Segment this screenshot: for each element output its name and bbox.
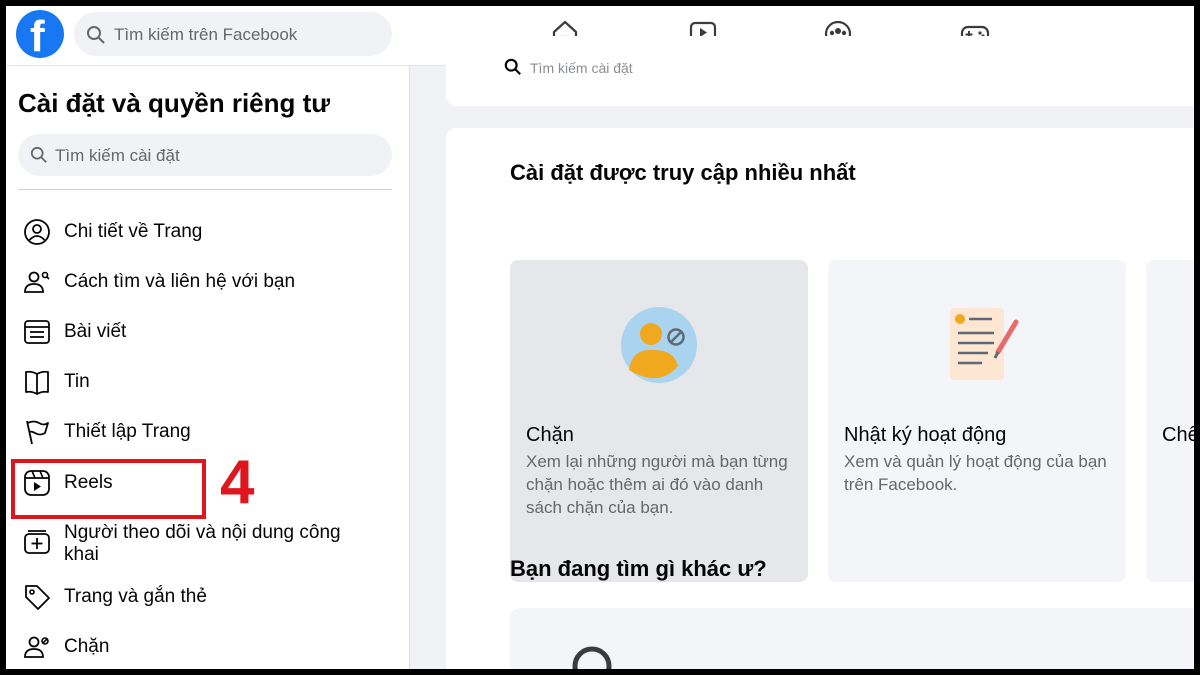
tile-partial[interactable]: Chế [1146, 260, 1194, 582]
sidebar-item-posts[interactable]: Bài viết [18, 311, 398, 355]
search-illustration-icon [572, 646, 612, 669]
sidebar-item-page-setup[interactable]: Thiết lập Trang [18, 411, 398, 455]
profile-circle-icon [24, 219, 50, 245]
settings-search-input[interactable]: Tìm kiếm cài đặt [18, 134, 392, 176]
sidebar-item-label: Bài viết [64, 321, 127, 342]
block-illustration [621, 307, 697, 383]
people-contact-icon [24, 271, 50, 293]
main-content: Tìm kiếm cài đặt Cài đặt được truy cập n… [410, 36, 1194, 669]
tile-blocking[interactable]: Chặn Xem lại những người mà bạn từng chặ… [510, 260, 808, 582]
search-icon [504, 58, 521, 75]
sidebar-item-label: Chi tiết về Trang [64, 221, 203, 242]
highlight-box [11, 459, 206, 519]
settings-search-placeholder: Tìm kiếm cài đặt [55, 146, 180, 165]
top-settings-search-card: Tìm kiếm cài đặt [446, 36, 1194, 106]
flag-icon [26, 420, 49, 445]
settings-content-card: Cài đặt được truy cập nhiều nhất Chặn Xe… [446, 128, 1194, 669]
sidebar-item-label: Trang và gắn thẻ [64, 586, 207, 607]
sidebar-divider [18, 189, 392, 190]
search-placeholder: Tìm kiếm trên Facebook [114, 25, 298, 44]
facebook-logo[interactable]: f [16, 10, 64, 58]
tile-description: Xem và quản lý hoạt động của bạn trên Fa… [844, 452, 1107, 494]
tile-title: Nhật ký hoạt động [844, 424, 1007, 446]
sidebar-item-label: Thiết lập Trang [64, 421, 191, 442]
search-icon [30, 146, 47, 163]
sidebar-item-page-details[interactable]: Chi tiết về Trang [18, 211, 398, 255]
book-icon [25, 370, 49, 395]
sidebar-item-blocking[interactable]: Chặn [18, 626, 398, 669]
posts-icon [24, 320, 50, 344]
sidebar-item-label: Chặn [64, 636, 110, 657]
other-settings-title: Bạn đang tìm gì khác ư? [510, 556, 767, 581]
tile-activity-log[interactable]: Nhật ký hoạt động Xem và quản lý hoạt độ… [828, 260, 1126, 582]
sidebar-item-stories[interactable]: Tin [18, 361, 398, 405]
tile-title: Chặn [526, 424, 574, 446]
sidebar-item-label: Tin [64, 371, 90, 392]
sidebar-item-page-tagging[interactable]: Trang và gắn thẻ [18, 576, 398, 620]
activity-log-illustration [950, 308, 1019, 380]
facebook-search-input[interactable]: Tìm kiếm trên Facebook [74, 12, 392, 56]
other-settings-card[interactable] [510, 608, 1194, 669]
search-icon [87, 26, 105, 44]
settings-sidebar: Cài đặt và quyền riêng tư Tìm kiếm cài đ… [6, 66, 410, 669]
tile-description: Xem lại những người mà bạn từng chặn hoặ… [526, 452, 788, 517]
most-visited-title: Cài đặt được truy cập nhiều nhất [510, 160, 856, 185]
top-search-placeholder: Tìm kiếm cài đặt [530, 60, 633, 76]
step-number-annotation: 4 [220, 448, 255, 517]
facebook-logo-letter: f [30, 12, 45, 59]
block-user-icon [24, 636, 49, 658]
screenshot-frame: f Tìm kiếm trên Facebook Cài đặt và quyề… [6, 6, 1194, 669]
followers-icon [24, 530, 50, 554]
tag-icon [25, 585, 50, 610]
sidebar-item-label: Cách tìm và liên hệ với bạn [64, 271, 296, 292]
tile-title: Chế [1162, 424, 1194, 446]
sidebar-item-find-contact[interactable]: Cách tìm và liên hệ với bạn [18, 261, 398, 305]
sidebar-item-label: Người theo dõi và nội dung công khai [64, 522, 341, 565]
sidebar-item-followers-public-content[interactable]: Người theo dõi và nội dung công khai [18, 512, 398, 576]
sidebar-title: Cài đặt và quyền riêng tư [18, 88, 331, 118]
